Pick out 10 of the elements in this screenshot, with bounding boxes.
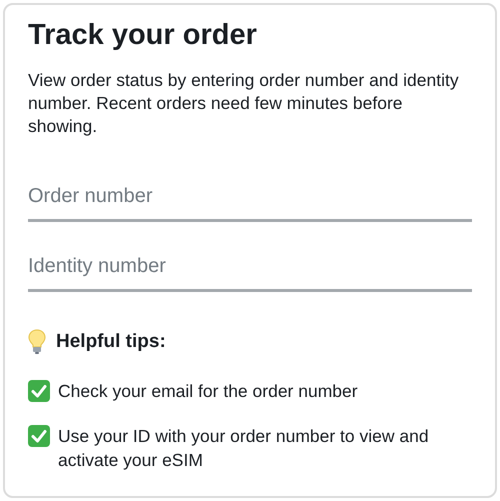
page-title: Track your order: [28, 18, 258, 53]
check-icon: [28, 424, 50, 446]
input-field[interactable]: Identity number: [28, 250, 472, 292]
tip-text: Check your email for the order number: [58, 380, 358, 402]
tip-text: Use your ID with your order number to view and activate your eSIM: [58, 424, 430, 472]
lightbulb-icon: [28, 329, 46, 356]
tips-heading: Helpful tips:: [56, 330, 166, 354]
check-icon: [28, 380, 50, 402]
description: View order status by entering order number and identity number. Recent orders need few minutes before showing.: [28, 69, 460, 138]
input-field[interactable]: Order number: [28, 180, 472, 222]
